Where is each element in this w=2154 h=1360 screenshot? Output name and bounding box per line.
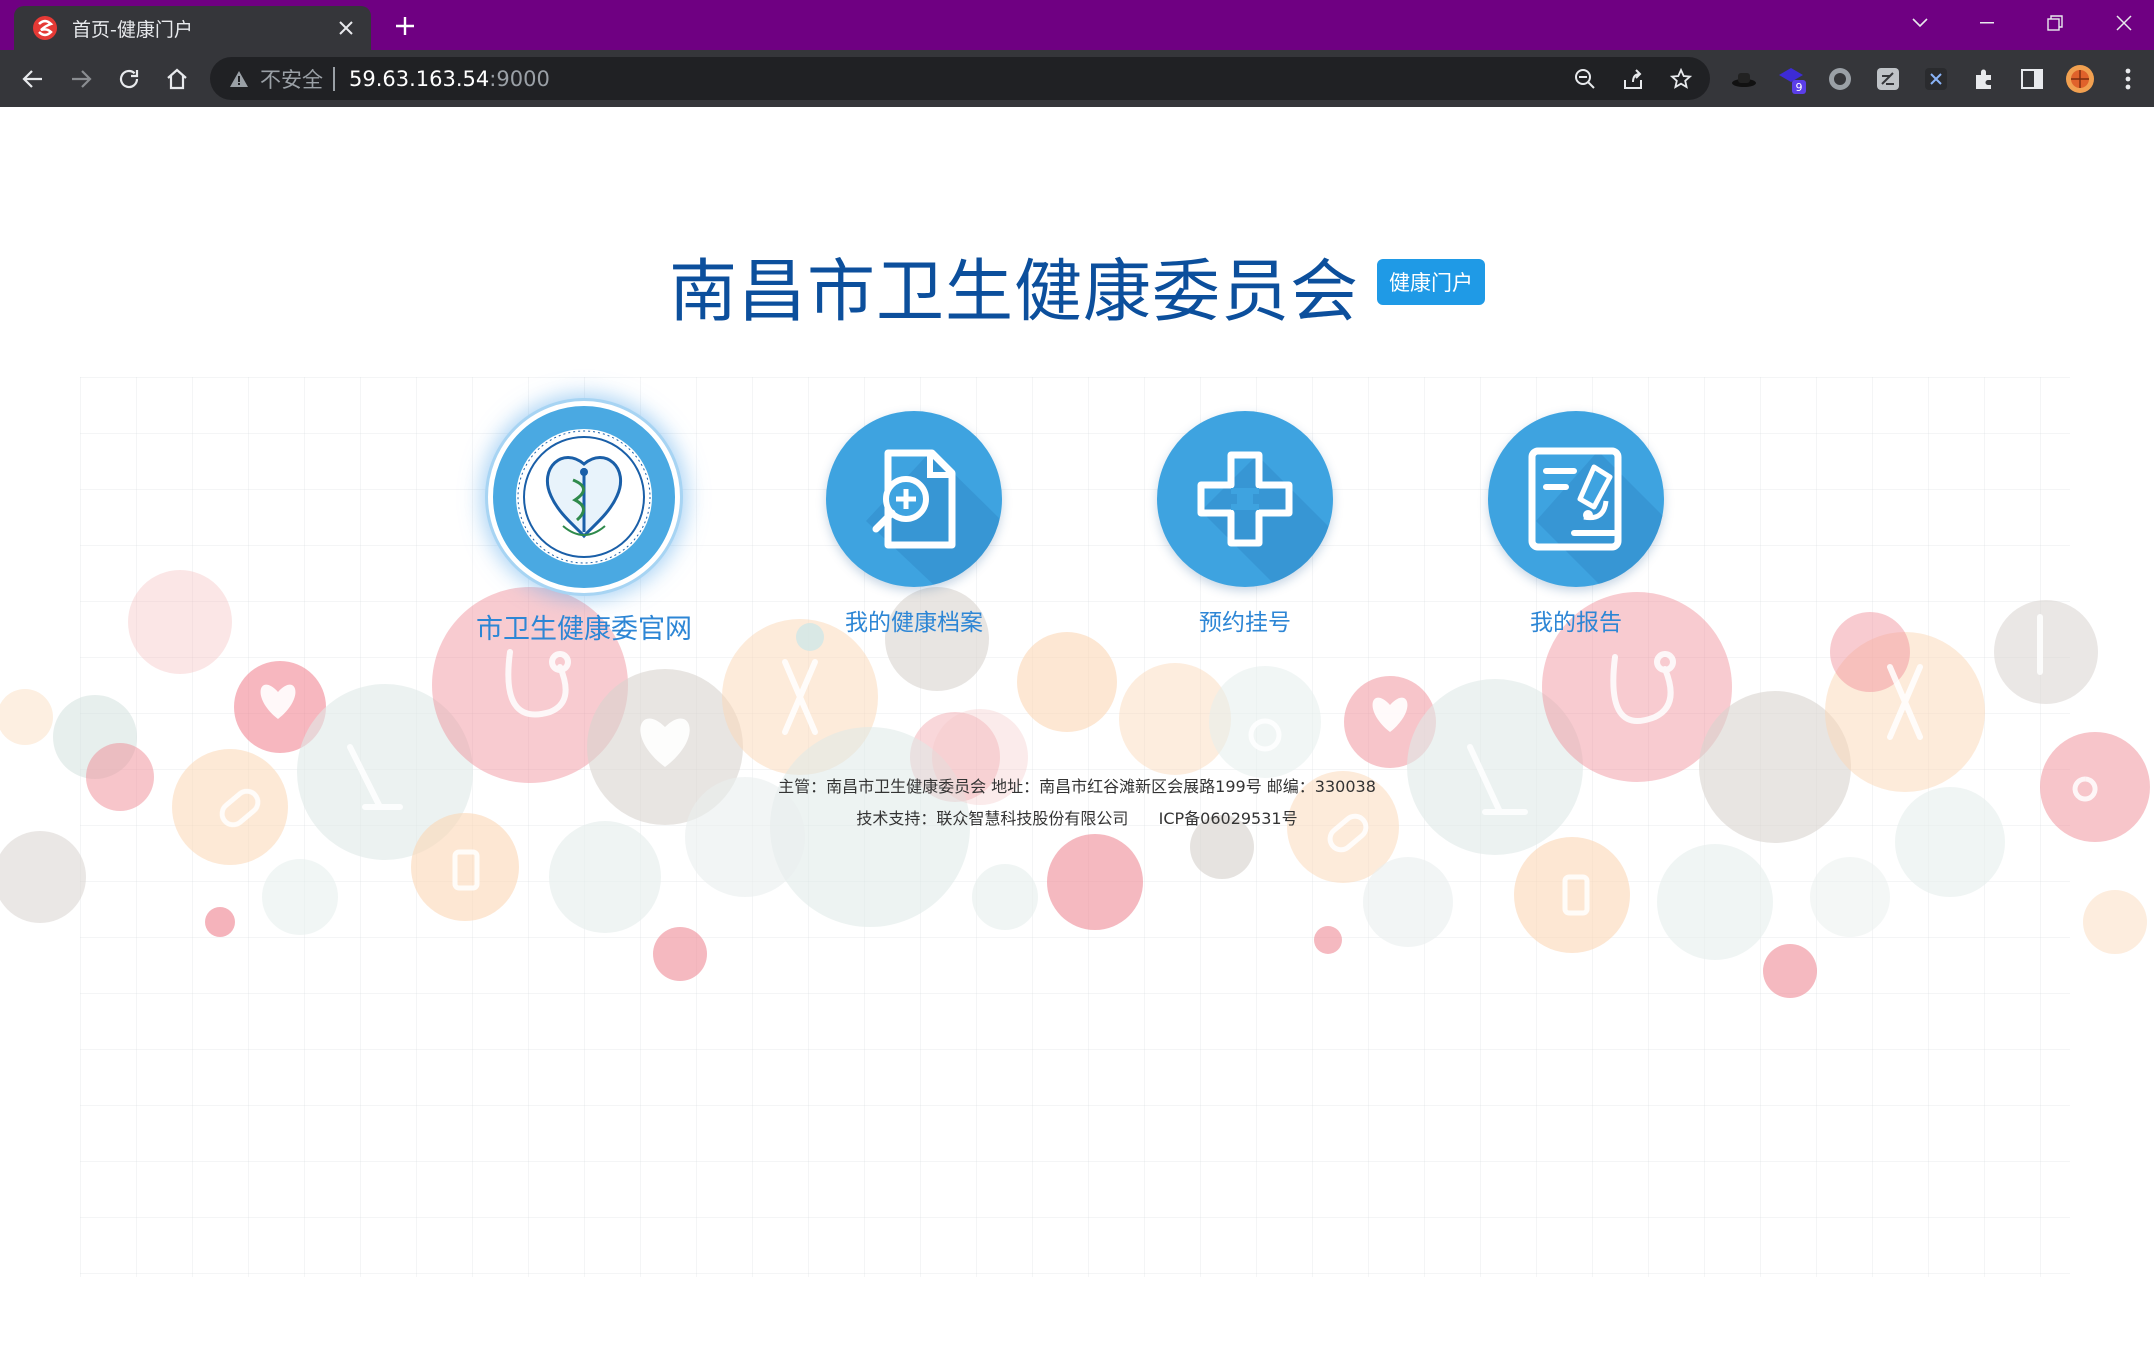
minimize-icon[interactable] (1967, 8, 2007, 38)
address-separator (333, 66, 335, 91)
browser-toolbar: 不安全 59.63.163.54:9000 9 (0, 50, 2154, 107)
editor-extension-icon[interactable] (1873, 64, 1903, 94)
tab-close-icon[interactable] (331, 13, 361, 43)
graduation-cap-extension-icon[interactable]: 9 (1777, 64, 1807, 94)
report-microscope-icon[interactable] (1488, 411, 1664, 587)
browser-tab-strip: 首页-健康门户 (0, 0, 2154, 50)
commission-logo-icon[interactable] (488, 401, 680, 593)
warning-triangle-icon[interactable] (228, 68, 250, 90)
portal-item-official-site[interactable]: 市卫生健康委官网 (434, 401, 734, 646)
browser-menu-icon[interactable] (2113, 64, 2143, 94)
x-extension-icon[interactable] (1921, 64, 1951, 94)
new-tab-icon[interactable] (390, 11, 420, 41)
extension-badge-count: 9 (1796, 81, 1803, 94)
footer-line-2: 技术支持：联众智慧科技股份有限公司 ICP备06029531号 (0, 803, 2154, 835)
portal-item-appointment[interactable]: 预约挂号 (1095, 411, 1395, 637)
bookmark-star-icon[interactable] (1667, 65, 1695, 93)
page-footer: 主管：南昌市卫生健康委员会 地址：南昌市红谷滩新区会展路199号 邮编：3300… (0, 771, 2154, 835)
portal-label-my-report[interactable]: 我的报告 (1426, 603, 1726, 637)
side-panel-icon[interactable] (2017, 64, 2047, 94)
portal-label-official-site[interactable]: 市卫生健康委官网 (434, 607, 734, 646)
browser-tab-active[interactable]: 首页-健康门户 (14, 6, 371, 50)
address-bar[interactable]: 不安全 59.63.163.54:9000 (210, 57, 1710, 100)
page-content: 南昌市卫生健康委员会 健康门户 市卫生健康委官网 我的健康档案 预约挂号 我的报… (0, 107, 2154, 1360)
profile-avatar-icon[interactable] (2065, 64, 2095, 94)
restore-icon[interactable] (2035, 8, 2075, 38)
page-header: 南昌市卫生健康委员会 健康门户 (0, 235, 2154, 335)
health-record-icon[interactable] (826, 411, 1002, 587)
footer-icp: ICP备06029531号 (1158, 809, 1298, 828)
portal-badge: 健康门户 (1377, 259, 1485, 305)
puzzle-extensions-icon[interactable] (1969, 64, 1999, 94)
portal-item-health-record[interactable]: 我的健康档案 (764, 411, 1064, 637)
page-title: 南昌市卫生健康委员会 (668, 253, 1359, 330)
tab-title: 首页-健康门户 (72, 18, 193, 41)
medical-cross-icon[interactable] (1157, 411, 1333, 587)
portal-item-my-report[interactable]: 我的报告 (1426, 411, 1726, 637)
url-text[interactable]: 59.63.163.54:9000 (349, 67, 550, 91)
close-window-icon[interactable] (2104, 8, 2144, 38)
footer-tech-support: 技术支持：联众智慧科技股份有限公司 (856, 809, 1129, 828)
security-status-label[interactable]: 不安全 (260, 64, 323, 94)
zoom-icon[interactable] (1571, 65, 1599, 93)
hat-extension-icon[interactable] (1729, 64, 1759, 94)
portal-label-health-record[interactable]: 我的健康档案 (764, 603, 1064, 637)
share-icon[interactable] (1619, 65, 1647, 93)
back-arrow-icon[interactable] (16, 62, 50, 96)
forward-arrow-icon[interactable] (64, 62, 98, 96)
portal-label-appointment[interactable]: 预约挂号 (1095, 603, 1395, 637)
record-extension-icon[interactable] (1825, 64, 1855, 94)
tab-search-chevron-icon[interactable] (1900, 8, 1940, 38)
site-favicon-icon (32, 15, 58, 41)
reload-icon[interactable] (112, 62, 146, 96)
footer-line-1: 主管：南昌市卫生健康委员会 地址：南昌市红谷滩新区会展路199号 邮编：3300… (778, 777, 1376, 796)
home-icon[interactable] (160, 62, 194, 96)
